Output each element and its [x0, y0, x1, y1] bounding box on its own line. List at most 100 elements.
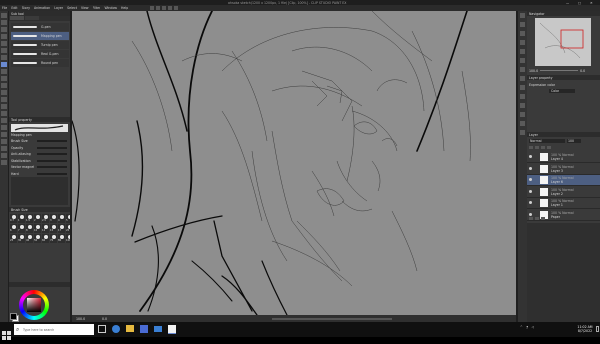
brush-size-preset[interactable]: 50 — [34, 234, 41, 243]
horizontal-scrollbar[interactable] — [272, 317, 392, 320]
auto-actions-icon[interactable] — [520, 94, 525, 99]
zoom-icon[interactable] — [1, 13, 7, 18]
property-slider[interactable] — [37, 153, 67, 155]
blend-icon[interactable] — [1, 104, 7, 109]
subtool-item[interactable]: Real G-pen — [11, 50, 69, 58]
menu-item[interactable]: File — [2, 6, 7, 10]
brush-size-preset[interactable]: 7 — [18, 224, 25, 233]
brush-size-preset[interactable]: 15 — [50, 224, 57, 233]
property-slider[interactable] — [37, 172, 67, 175]
tab-marker[interactable] — [25, 16, 39, 20]
eyedropper-icon[interactable] — [1, 55, 7, 60]
navigator-preview[interactable] — [535, 18, 591, 66]
menu-item[interactable]: Edit — [11, 6, 17, 10]
clip-icon[interactable] — [529, 146, 533, 149]
menu-item[interactable]: Select — [67, 6, 77, 10]
angle-readout[interactable]: 0.0 — [102, 317, 107, 321]
pen-icon[interactable] — [1, 62, 7, 67]
brush-size-preset[interactable]: 2.5 — [42, 214, 49, 223]
minimize-button[interactable]: — — [566, 1, 569, 5]
info-icon[interactable] — [520, 31, 525, 36]
canvas-area[interactable] — [72, 11, 516, 315]
subtool-item[interactable]: Mapping pen — [11, 32, 69, 40]
brush-size-preset[interactable]: 25 — [10, 234, 17, 243]
brush-size-preset[interactable]: 0.7 — [10, 214, 17, 223]
reference-icon[interactable] — [535, 146, 539, 149]
brush-size-preset[interactable]: 10 — [34, 224, 41, 233]
layer-row[interactable]: 100 % Normal Layer 1 — [527, 198, 600, 209]
material-icon[interactable] — [520, 67, 525, 72]
text-icon[interactable] — [1, 146, 7, 151]
brush-size-preset[interactable]: 8 — [26, 224, 33, 233]
lock-icon[interactable] — [541, 146, 545, 149]
eye-icon[interactable] — [529, 201, 532, 204]
property-slider[interactable] — [37, 140, 67, 142]
eye-icon[interactable] — [529, 166, 532, 170]
brush-size-preset[interactable]: 12 — [42, 224, 49, 233]
timeline-icon[interactable] — [520, 76, 525, 81]
approx-color-icon[interactable] — [520, 121, 525, 126]
layer-row[interactable]: 100 % Normal Layer 3 — [527, 163, 600, 175]
brush-size-preset[interactable]: 17 — [58, 224, 65, 233]
clip-studio-icon[interactable] — [168, 325, 176, 334]
operation-icon[interactable] — [1, 27, 7, 32]
navigator-angle[interactable]: 0.0 — [580, 69, 585, 73]
menu-item[interactable]: Help — [121, 6, 128, 10]
brush-size-preset[interactable]: 4 — [58, 214, 65, 223]
notification-icon[interactable] — [596, 326, 599, 332]
subtool-item[interactable]: Round pen — [11, 59, 69, 67]
frame-icon[interactable] — [1, 132, 7, 137]
network-icon[interactable]: ◔ — [526, 325, 529, 329]
zoom-slider[interactable] — [540, 69, 579, 72]
tab-pen[interactable] — [10, 16, 24, 20]
color-wheel[interactable] — [19, 290, 49, 320]
menu-item[interactable]: View — [81, 6, 89, 10]
property-slider[interactable] — [37, 166, 67, 168]
new-folder-icon[interactable] — [535, 217, 539, 220]
move-icon[interactable] — [1, 20, 7, 25]
brush-size-preset[interactable]: 1 — [18, 214, 25, 223]
property-slider[interactable] — [37, 146, 67, 149]
eye-icon[interactable] — [529, 212, 532, 216]
mail-icon[interactable] — [154, 326, 162, 332]
color-history-icon[interactable] — [520, 130, 525, 135]
intermediate-color-icon[interactable] — [520, 112, 525, 117]
pencil-icon[interactable] — [1, 69, 7, 74]
correct-line-icon[interactable] — [1, 160, 7, 165]
decoration-icon[interactable] — [1, 90, 7, 95]
menu-item[interactable]: Window — [104, 6, 117, 10]
start-button[interactable] — [2, 325, 11, 340]
navigator-tab-icon[interactable] — [520, 13, 525, 18]
brush-icon[interactable] — [1, 76, 7, 81]
brush-size-preset[interactable]: 3 — [50, 214, 57, 223]
new-layer-icon[interactable] — [529, 217, 533, 220]
task-view-icon[interactable] — [98, 325, 106, 333]
sub-view-icon[interactable] — [520, 22, 525, 27]
menu-item[interactable]: Story — [22, 6, 30, 10]
eraser-icon[interactable] — [1, 97, 7, 102]
eye-icon[interactable] — [529, 189, 532, 193]
menu-item[interactable]: Filter — [93, 6, 101, 10]
close-button[interactable]: ✕ — [590, 1, 593, 5]
navigator-zoom[interactable]: 100.0 — [529, 69, 538, 73]
balloon-icon[interactable] — [1, 153, 7, 158]
brush-size-preset[interactable]: 80 — [58, 234, 65, 243]
subtool-item[interactable]: Turnip pen — [11, 41, 69, 49]
airbrush-icon[interactable] — [1, 83, 7, 88]
brush-size-preset[interactable]: 60 — [42, 234, 49, 243]
move-layer-icon[interactable] — [1, 34, 7, 39]
store-icon[interactable] — [140, 325, 148, 333]
main-color-swatch[interactable] — [10, 313, 17, 320]
open-icon[interactable] — [156, 6, 160, 10]
edge-icon[interactable] — [112, 325, 120, 333]
blend-mode-select[interactable]: Normal — [529, 139, 565, 143]
brush-size-preset[interactable]: 40 — [26, 234, 33, 243]
subtool-item[interactable]: G-pen — [11, 23, 69, 31]
layer-tab-icon[interactable] — [520, 58, 525, 63]
figure-icon[interactable] — [1, 125, 7, 130]
search-layer-icon[interactable] — [520, 85, 525, 90]
brush-size-preset[interactable]: 2 — [34, 214, 41, 223]
brush-size-preset[interactable]: 30 — [18, 234, 25, 243]
maximize-button[interactable]: □ — [578, 1, 581, 5]
tray-chevron-icon[interactable]: ^ — [520, 325, 523, 329]
